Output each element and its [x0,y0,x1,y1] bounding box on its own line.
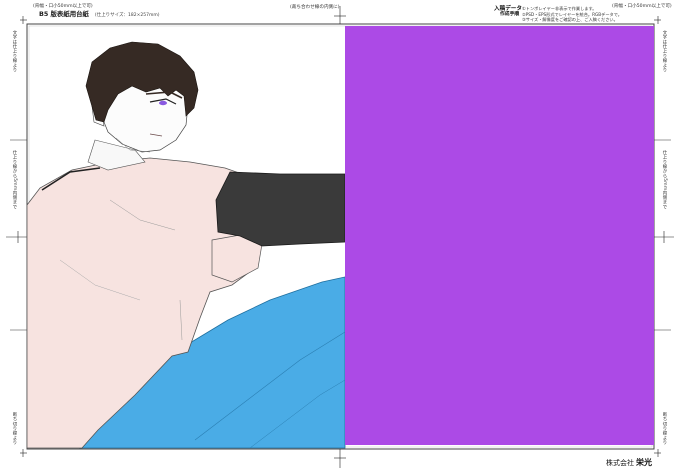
cover-template-sheet: (背幅・口小50mm以上で可) B5 版表紙用台紙 (仕上りサイズ：182×25… [0,0,680,474]
sleeve-arm-shape [215,171,346,247]
company-label: 株式会社 栄光 [606,457,652,468]
right-mid-label: 仕上り線から5mm内側まで [662,150,667,210]
purple-panel [345,26,654,445]
instructions-heading-line2: 作成手順 [500,12,520,17]
left-bottom-label: 断ち切り線より [12,412,17,445]
page-title: B5 版表紙用台紙 [39,10,89,18]
left-mid-label: 仕上り線から5mm内側まで [12,150,17,210]
top-center-note: (裁ち合わせ線の内側に) [290,5,340,10]
instruction-item: ③サイズ・解像度をご確認の上、ご入稿ください。 [522,17,618,23]
instructions-heading: 入稿データ 作成手順 [494,6,522,18]
company-name: 栄光 [636,458,652,467]
instructions-list: ①トンボレイヤー非表示で作業します。 ②PSD・EPS形式でレイヤーを統合。RG… [522,6,622,23]
title-block: B5 版表紙用台紙 (仕上りサイズ：182×257mm) [39,9,159,18]
right-bottom-label: 断ち切り線より [662,412,667,445]
left-top-label: 文字は仕上り線より [12,30,17,73]
artwork-canvas [6,6,674,468]
eye-shape [159,100,167,106]
right-top-label: 文字は仕上り線より [662,30,667,73]
size-note: (仕上りサイズ：182×257mm) [94,13,160,18]
company-prefix: 株式会社 [606,459,634,467]
